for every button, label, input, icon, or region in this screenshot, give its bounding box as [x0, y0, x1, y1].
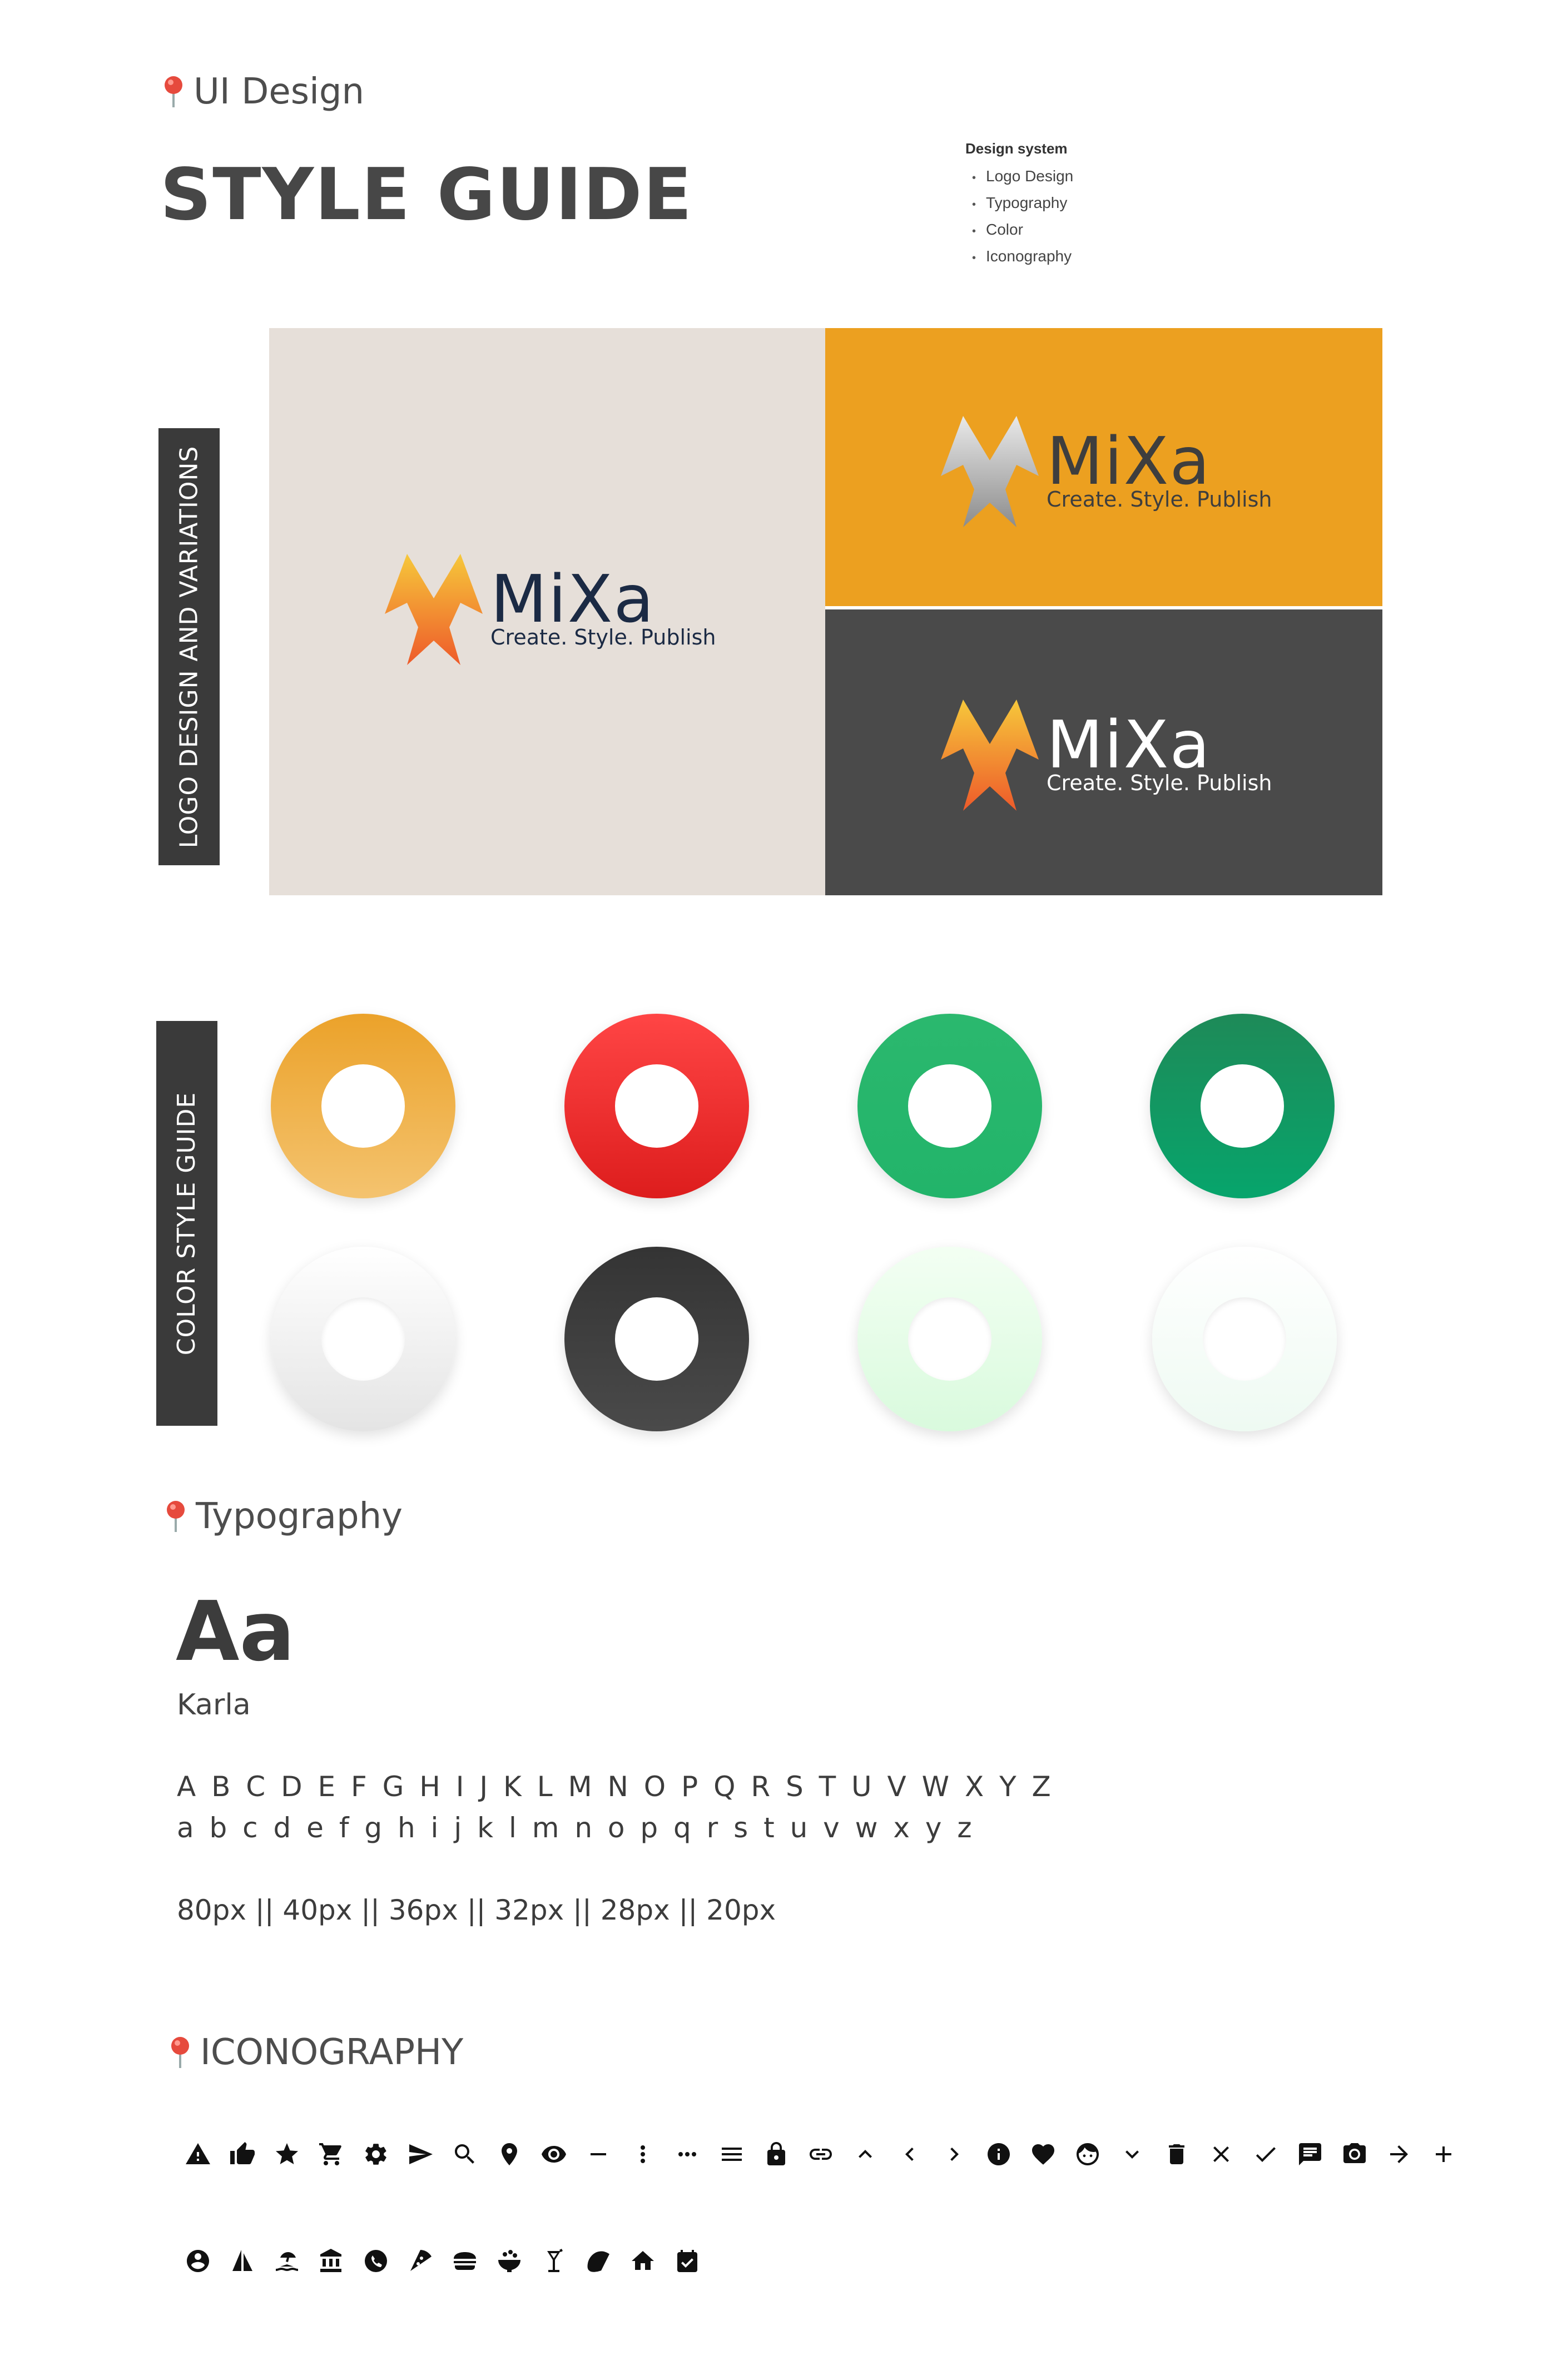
- typography-lowercase: a b c d e f g h i j k l m n o p q r s t …: [177, 1812, 975, 1844]
- iconography-heading: ICONOGRAPHY: [167, 2032, 463, 2073]
- typography-heading-text: Typography: [196, 1496, 403, 1537]
- design-system-panel: Design system Logo Design Typography Col…: [965, 140, 1073, 270]
- location-pin-icon: [496, 2141, 523, 2168]
- link-icon: [807, 2141, 834, 2168]
- mixa-logo-mark-icon: [385, 554, 483, 665]
- thumbs-up-icon: [229, 2141, 256, 2168]
- send-icon: [407, 2141, 434, 2168]
- logo-brand-name: MiXa: [1047, 423, 1211, 499]
- gear-icon: [363, 2141, 389, 2168]
- color-swatch-pale-mint: [1152, 1247, 1337, 1431]
- trash-icon: [1163, 2141, 1190, 2168]
- chevron-left-icon: [896, 2141, 923, 2168]
- color-swatch-red: [564, 1014, 749, 1198]
- phone-icon: [363, 2248, 389, 2274]
- plus-icon: [1430, 2141, 1457, 2168]
- eye-icon: [541, 2141, 567, 2168]
- logo-section-label-text: LOGO DESIGN AND VARIATIONS: [175, 445, 204, 848]
- account-circle-icon: [185, 2248, 211, 2274]
- color-swatch-white: [271, 1247, 455, 1431]
- color-swatch-green: [857, 1014, 1042, 1198]
- taco-icon: [585, 2248, 612, 2274]
- arrow-right-icon: [1386, 2141, 1412, 2168]
- logo-brand-name: MiXa: [490, 561, 655, 637]
- beach-icon: [274, 2248, 300, 2274]
- typography-heading: Typography: [162, 1496, 403, 1537]
- pushpin-icon: [171, 2037, 189, 2068]
- ui-design-heading: UI Design: [160, 71, 364, 112]
- chevron-down-icon: [1119, 2141, 1146, 2168]
- typography-sample: Aa: [176, 1584, 295, 1679]
- lock-icon: [763, 2141, 790, 2168]
- sailboat-icon: [229, 2248, 256, 2274]
- color-section-label-text: COLOR STYLE GUIDE: [172, 1092, 201, 1355]
- logo-silver-variant: MiXa Create. Style. Publish: [939, 411, 1272, 529]
- design-system-item: Logo Design: [965, 163, 1073, 190]
- logo-section-label: LOGO DESIGN AND VARIATIONS: [158, 428, 220, 865]
- mixa-logo-mark-silver-icon: [941, 416, 1039, 527]
- camera-icon: [1341, 2141, 1368, 2168]
- search-icon: [452, 2141, 478, 2168]
- logo-panel-light: MiXa Create. Style. Publish: [269, 328, 825, 895]
- menu-icon: [718, 2141, 745, 2168]
- bank-icon: [318, 2248, 345, 2274]
- home-icon: [629, 2248, 656, 2274]
- chat-icon: [1297, 2141, 1323, 2168]
- page-title: STYLE GUIDE: [160, 153, 693, 236]
- design-system-list: Logo Design Typography Color Iconography: [965, 163, 1073, 270]
- cocktail-icon: [541, 2248, 567, 2274]
- minus-icon: [585, 2141, 612, 2168]
- logo-panel-orange: MiXa Create. Style. Publish: [825, 328, 1382, 606]
- close-icon: [1208, 2141, 1234, 2168]
- warning-icon: [185, 2141, 211, 2168]
- calendar-check-icon: [674, 2248, 701, 2274]
- color-section-label: COLOR STYLE GUIDE: [156, 1021, 217, 1426]
- bowl-icon: [496, 2248, 523, 2274]
- info-icon: [985, 2141, 1012, 2168]
- chevron-right-icon: [941, 2141, 968, 2168]
- more-horizontal-icon: [674, 2141, 701, 2168]
- design-system-item: Color: [965, 216, 1073, 243]
- pushpin-icon: [167, 1501, 185, 1532]
- logo-panel-dark: MiXa Create. Style. Publish: [825, 609, 1382, 895]
- design-system-title: Design system: [965, 140, 1068, 157]
- mixa-logo-mark-icon: [941, 700, 1039, 811]
- logo-tagline: Create. Style. Publish: [490, 625, 716, 649]
- burger-icon: [452, 2248, 478, 2274]
- color-swatch-orange: [271, 1014, 455, 1198]
- iconography-heading-text: ICONOGRAPHY: [200, 2032, 464, 2073]
- design-system-item: Iconography: [965, 243, 1073, 270]
- color-swatch-charcoal: [564, 1247, 749, 1431]
- pushpin-icon: [165, 76, 182, 107]
- logo-tagline: Create. Style. Publish: [1047, 771, 1272, 795]
- logo-primary: MiXa Create. Style. Publish: [383, 549, 716, 667]
- face-icon: [1074, 2141, 1101, 2168]
- star-icon: [274, 2141, 300, 2168]
- chevron-up-icon: [852, 2141, 879, 2168]
- check-icon: [1252, 2141, 1279, 2168]
- pizza-icon: [407, 2248, 434, 2274]
- design-system-item: Typography: [965, 190, 1073, 216]
- typography-sizes: 80px || 40px || 36px || 32px || 28px || …: [177, 1894, 776, 1926]
- color-swatch-mint: [857, 1247, 1042, 1431]
- color-swatch-dark-green: [1150, 1014, 1335, 1198]
- logo-brand-name: MiXa: [1047, 706, 1211, 783]
- heart-icon: [1030, 2141, 1057, 2168]
- typography-font-name: Karla: [177, 1688, 251, 1722]
- cart-icon: [318, 2141, 345, 2168]
- typography-uppercase: A B C D E F G H I J K L M N O P Q R S T …: [177, 1771, 1054, 1803]
- logo-tagline: Create. Style. Publish: [1047, 487, 1272, 512]
- more-vertical-icon: [629, 2141, 656, 2168]
- ui-design-label: UI Design: [194, 71, 365, 112]
- logo-dark-variant: MiXa Create. Style. Publish: [939, 695, 1272, 813]
